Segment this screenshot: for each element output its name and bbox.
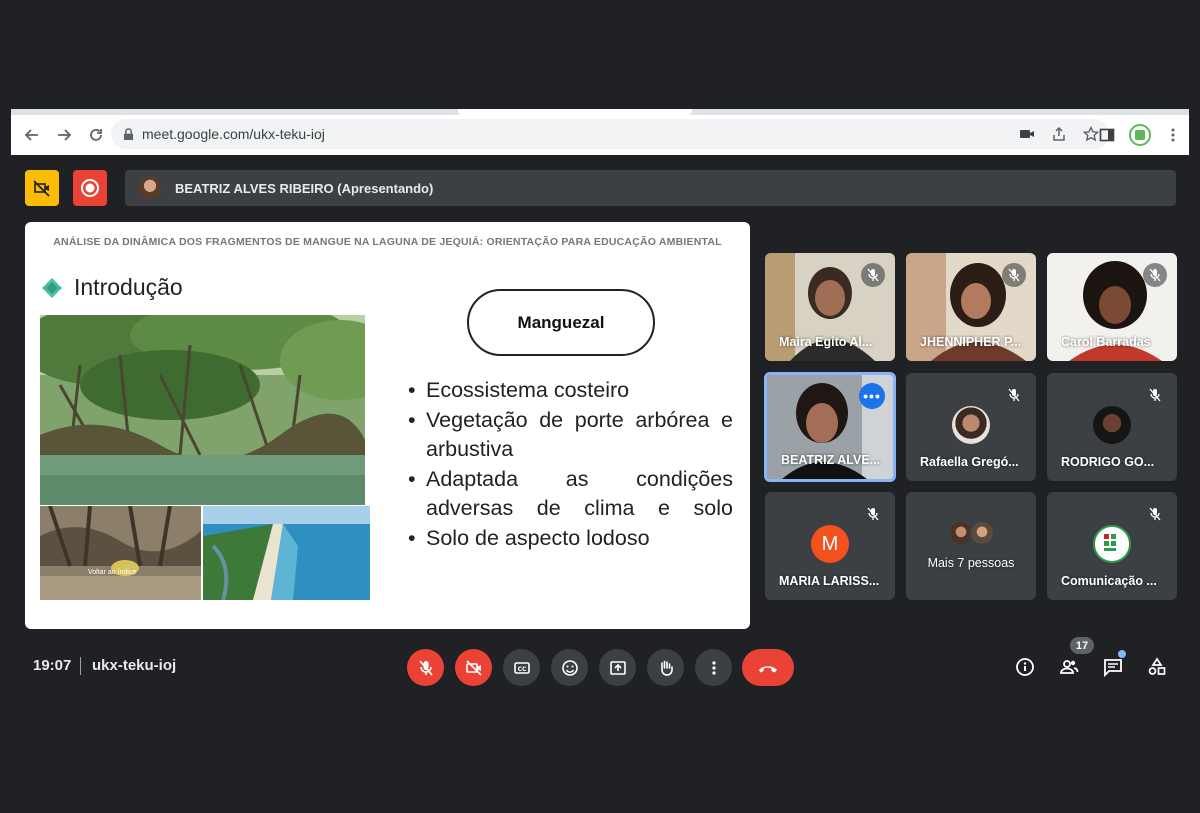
camera-off-icon — [33, 180, 50, 197]
participant-name: MARIA LARISS... — [779, 574, 880, 588]
kebab-icon[interactable] — [1165, 127, 1181, 143]
bullet-item: Vegetação de porte arbórea e arbustiva — [408, 406, 733, 465]
participant-name: JHENNIPHER P... — [920, 335, 1022, 349]
extension-icon[interactable] — [1129, 124, 1151, 146]
bullet-item: Solo de aspecto lodoso — [408, 524, 733, 554]
crab-photo: Voltar ao índice — [40, 506, 201, 600]
raise-hand-button[interactable] — [647, 649, 684, 686]
reactions-button[interactable] — [551, 649, 588, 686]
star-icon[interactable] — [1083, 126, 1099, 142]
participant-tile[interactable]: Rafaella Gregó... — [906, 373, 1036, 481]
participant-name: Comunicação ... — [1061, 574, 1157, 588]
avatar — [969, 520, 995, 546]
chat-button[interactable] — [1101, 655, 1125, 679]
presenter-avatar — [139, 177, 161, 199]
info-icon — [1016, 658, 1034, 676]
camera-toggle-button[interactable] — [455, 649, 492, 686]
bullet-item: Adaptada as condições adversas de clima … — [408, 465, 733, 524]
meeting-code: ukx-teku-ioj — [92, 657, 177, 674]
mic-off-icon — [1143, 383, 1167, 407]
present-icon — [609, 660, 626, 675]
avatar — [1093, 406, 1131, 444]
participant-count-badge: 17 — [1070, 637, 1094, 654]
side-panel-icon[interactable] — [1099, 127, 1115, 143]
more-people-label: Mais 7 pessoas — [927, 556, 1015, 570]
participant-name: RODRIGO GO... — [1061, 455, 1155, 469]
video-off-icon — [465, 659, 482, 676]
participant-name: Rafaella Gregó... — [920, 455, 1019, 469]
mic-off-icon — [418, 659, 433, 676]
lock-icon — [123, 127, 134, 140]
institution-logo — [1104, 534, 1116, 551]
meeting-details-button[interactable] — [1013, 655, 1037, 679]
presentation-slide: ANÁLISE DA DINÂMICA DOS FRAGMENTOS DE MA… — [25, 222, 750, 629]
people-icon — [1060, 660, 1079, 674]
unread-indicator — [1118, 650, 1126, 658]
share-icon[interactable] — [1051, 126, 1067, 142]
no-camera-button[interactable] — [25, 170, 59, 206]
more-people-tile[interactable]: Mais 7 pessoas — [906, 492, 1036, 600]
avatar — [1093, 525, 1131, 563]
mic-off-icon — [861, 502, 885, 526]
participant-name: Carol Barradas — [1061, 335, 1151, 349]
section-title: Introdução — [74, 274, 183, 300]
participant-tile[interactable]: Comunicação ... — [1047, 492, 1177, 600]
manguezal-label: Manguezal — [467, 289, 655, 356]
clock: 19:07 — [33, 657, 72, 674]
mic-off-icon — [1002, 263, 1026, 287]
participant-tile[interactable]: Maira Egito Al... — [765, 253, 895, 361]
participant-tile[interactable]: JHENNIPHER P... — [906, 253, 1036, 361]
image-caption[interactable]: Voltar ao índice — [88, 569, 136, 576]
address-bar[interactable]: meet.google.com/ukx-teku-ioj — [111, 119, 1109, 149]
slide-header: ANÁLISE DA DINÂMICA DOS FRAGMENTOS DE MA… — [53, 236, 722, 248]
back-icon[interactable] — [17, 120, 47, 150]
browser-toolbar: meet.google.com/ukx-teku-ioj — [11, 115, 1189, 155]
participant-tile[interactable]: RODRIGO GO... — [1047, 373, 1177, 481]
diamond-icon — [42, 278, 62, 298]
more-options-button[interactable] — [695, 649, 732, 686]
divider — [80, 657, 81, 675]
captions-button[interactable]: CC — [503, 649, 540, 686]
mic-off-icon — [1143, 502, 1167, 526]
recording-button[interactable] — [73, 170, 107, 206]
aerial-photo — [203, 506, 370, 600]
more-options-icon[interactable]: ••• — [859, 383, 885, 409]
avatar: M — [811, 525, 849, 563]
forward-icon[interactable] — [49, 120, 79, 150]
participant-name: Maira Egito Al... — [779, 335, 873, 349]
camera-blocked-icon[interactable] — [1019, 126, 1035, 142]
bullet-item: Ecossistema costeiro — [408, 376, 733, 406]
mic-toggle-button[interactable] — [407, 649, 444, 686]
emoji-icon — [561, 659, 578, 676]
more-icon — [711, 660, 716, 675]
reload-icon[interactable] — [81, 120, 111, 150]
svg-text:CC: CC — [517, 666, 526, 673]
captions-icon: CC — [513, 661, 530, 674]
chat-icon — [1104, 659, 1122, 677]
mic-off-icon — [1143, 263, 1167, 287]
mic-off-icon — [861, 263, 885, 287]
participant-name: BEATRIZ ALVE... — [781, 453, 881, 467]
raise-hand-icon — [660, 660, 673, 676]
leave-call-button[interactable] — [742, 649, 794, 686]
activities-icon — [1148, 657, 1166, 675]
url-text: meet.google.com/ukx-teku-ioj — [142, 126, 325, 142]
record-icon — [81, 179, 99, 197]
mic-off-icon — [1002, 383, 1026, 407]
presenter-bar: BEATRIZ ALVES RIBEIRO (Apresentando) — [125, 170, 1176, 206]
present-button[interactable] — [599, 649, 636, 686]
avatar — [952, 406, 990, 444]
activities-button[interactable] — [1145, 655, 1169, 679]
participant-tile[interactable]: M MARIA LARISS... — [765, 492, 895, 600]
bullet-list: Ecossistema costeiro Vegetação de porte … — [408, 376, 733, 553]
mangrove-photo — [40, 315, 365, 505]
end-call-icon — [759, 665, 777, 672]
participant-tile-speaking[interactable]: ••• BEATRIZ ALVE... — [764, 372, 896, 482]
people-button[interactable] — [1057, 655, 1081, 679]
presenter-name: BEATRIZ ALVES RIBEIRO (Apresentando) — [175, 180, 434, 196]
participant-tile[interactable]: Carol Barradas — [1047, 253, 1177, 361]
